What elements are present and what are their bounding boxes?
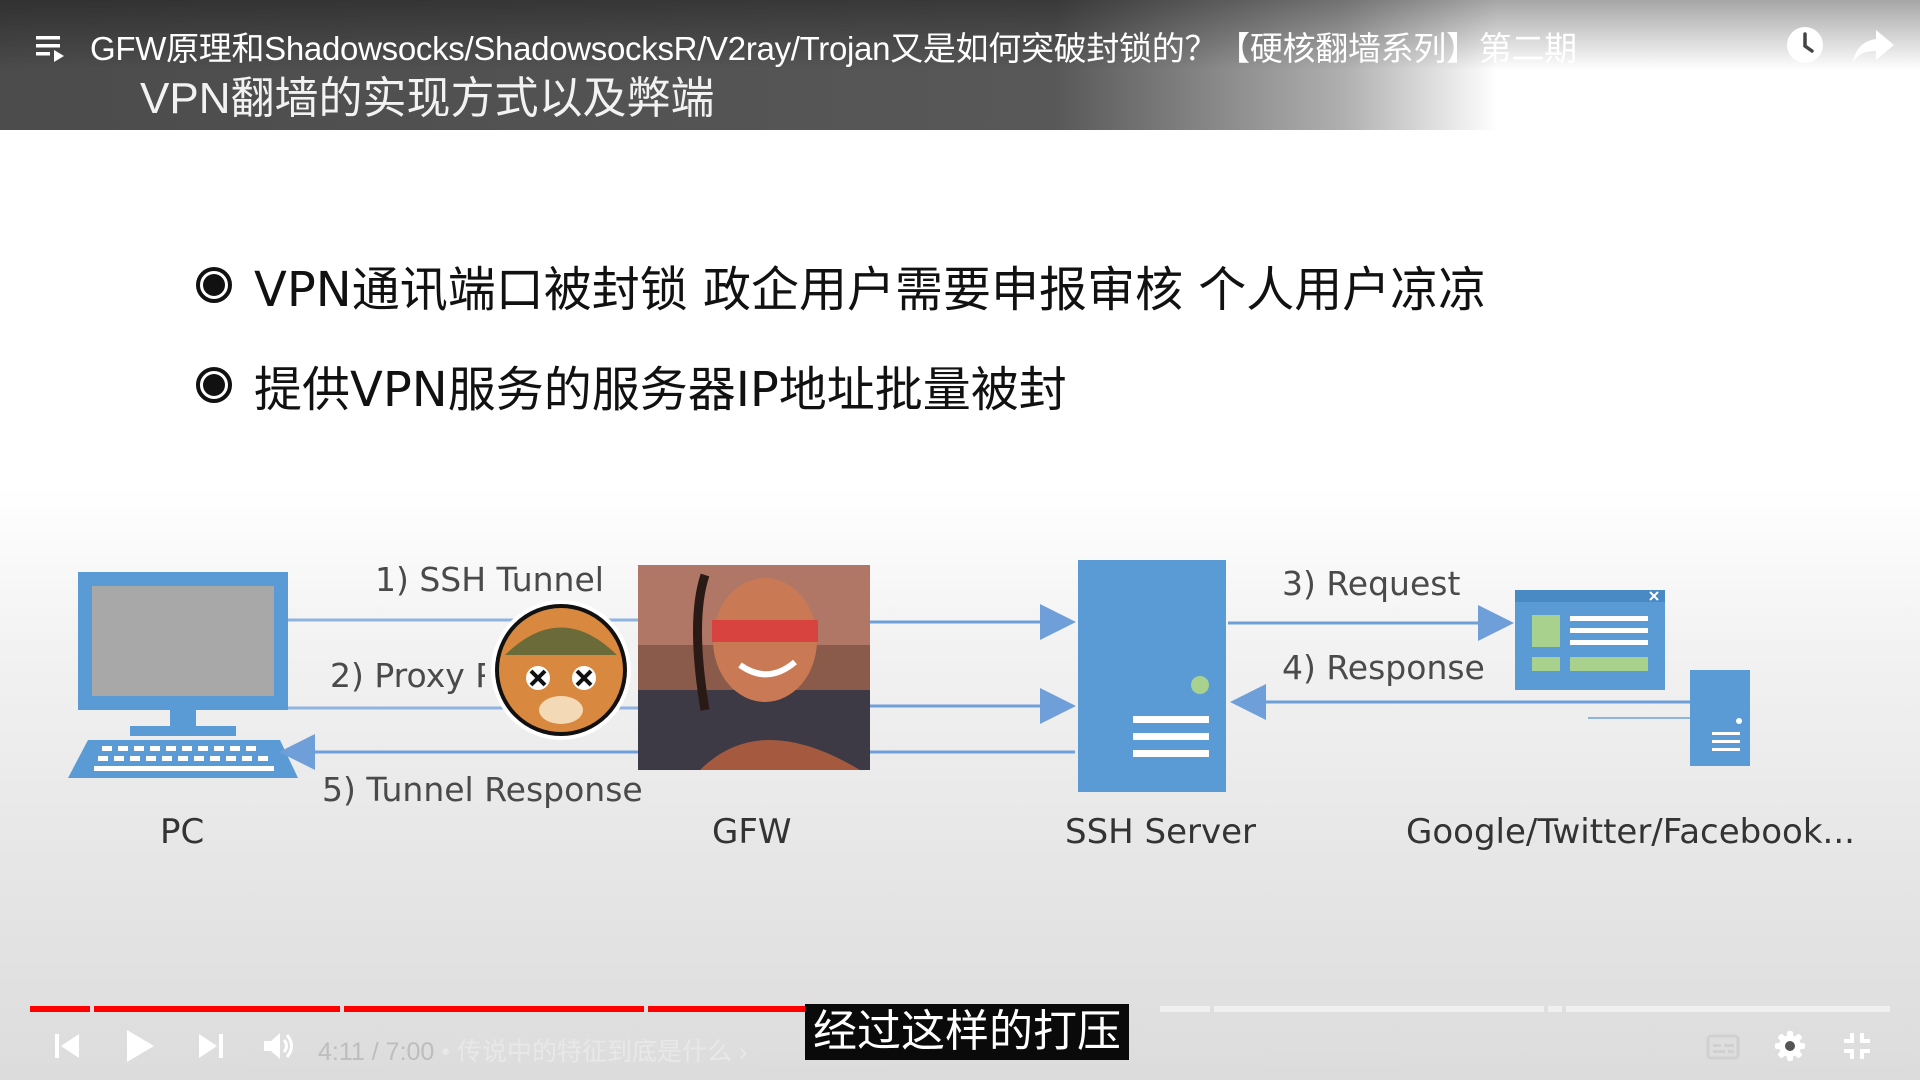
slide-bullet: VPN通讯端口被封锁 政企用户需要申报审核 个人用户凉凉 — [196, 250, 1486, 320]
ssh-server-icon — [1078, 560, 1226, 792]
current-time: 4:11 — [318, 1038, 365, 1066]
play-icon[interactable] — [124, 1028, 156, 1064]
gear-icon[interactable] — [1774, 1030, 1806, 1062]
dead-character-avatar — [491, 600, 631, 740]
volume-icon[interactable] — [262, 1030, 298, 1062]
node-label-ssh-server: SSH Server — [1065, 812, 1257, 852]
share-icon[interactable] — [1852, 26, 1896, 66]
pc-icon — [68, 572, 298, 778]
network-diagram: 1) SSH Tunnel 2) Proxy R 3) Request 4) R… — [0, 540, 1920, 860]
playlist-icon[interactable] — [34, 30, 68, 64]
bullet-text: 提供VPN服务的服务器IP地址批量被封 — [254, 362, 1067, 418]
progress-segment[interactable] — [1214, 1006, 1544, 1012]
progress-segment[interactable] — [1566, 1006, 1890, 1012]
node-label-pc: PC — [160, 812, 205, 852]
clock-icon[interactable] — [1785, 25, 1825, 65]
bullet-circle-icon — [196, 267, 232, 303]
browser-window-icon — [1515, 590, 1665, 690]
exit-fullscreen-icon[interactable] — [1842, 1031, 1872, 1061]
progress-segment[interactable] — [30, 1006, 90, 1012]
progress-segment[interactable] — [1160, 1006, 1210, 1012]
gfw-character-image — [638, 565, 870, 770]
arrow-label: 1) SSH Tunnel — [375, 560, 604, 599]
time-display: 4:11 / 7:00 • 传说中的特征到底是什么 › — [318, 1032, 747, 1068]
time-separator: / — [371, 1038, 379, 1066]
skip-previous-icon[interactable] — [52, 1031, 82, 1061]
skip-next-icon[interactable] — [196, 1031, 226, 1061]
slide-heading: VPN翻墙的实现方式以及弊端 — [140, 74, 715, 123]
web-server-icon — [1690, 670, 1750, 766]
arrow-label: 4) Response — [1282, 648, 1485, 687]
progress-segment[interactable] — [94, 1006, 340, 1012]
progress-segment[interactable] — [344, 1006, 644, 1012]
subtitles-icon[interactable] — [1706, 1034, 1740, 1060]
arrow-label: 3) Request — [1282, 564, 1461, 603]
bullet-circle-icon — [196, 367, 232, 403]
arrow-label: 2) Proxy R — [330, 656, 485, 695]
video-title[interactable]: GFW原理和Shadowsocks/ShadowsocksR/V2ray/Tro… — [90, 22, 1577, 70]
arrow-label: 5) Tunnel Response — [322, 770, 643, 809]
node-label-gfw: GFW — [712, 812, 792, 852]
caption-text: 经过这样的打压 — [805, 1004, 1129, 1060]
chapter-title[interactable]: • 传说中的特征到底是什么 › — [441, 1038, 747, 1066]
progress-segment[interactable] — [1548, 1006, 1562, 1012]
bullet-text: VPN通讯端口被封锁 政企用户需要申报审核 个人用户凉凉 — [254, 262, 1487, 318]
node-label-sites: Google/Twitter/Facebook... — [1406, 812, 1855, 852]
total-time: 7:00 — [385, 1038, 435, 1066]
slide-bullet: 提供VPN服务的服务器IP地址批量被封 — [196, 350, 1067, 420]
